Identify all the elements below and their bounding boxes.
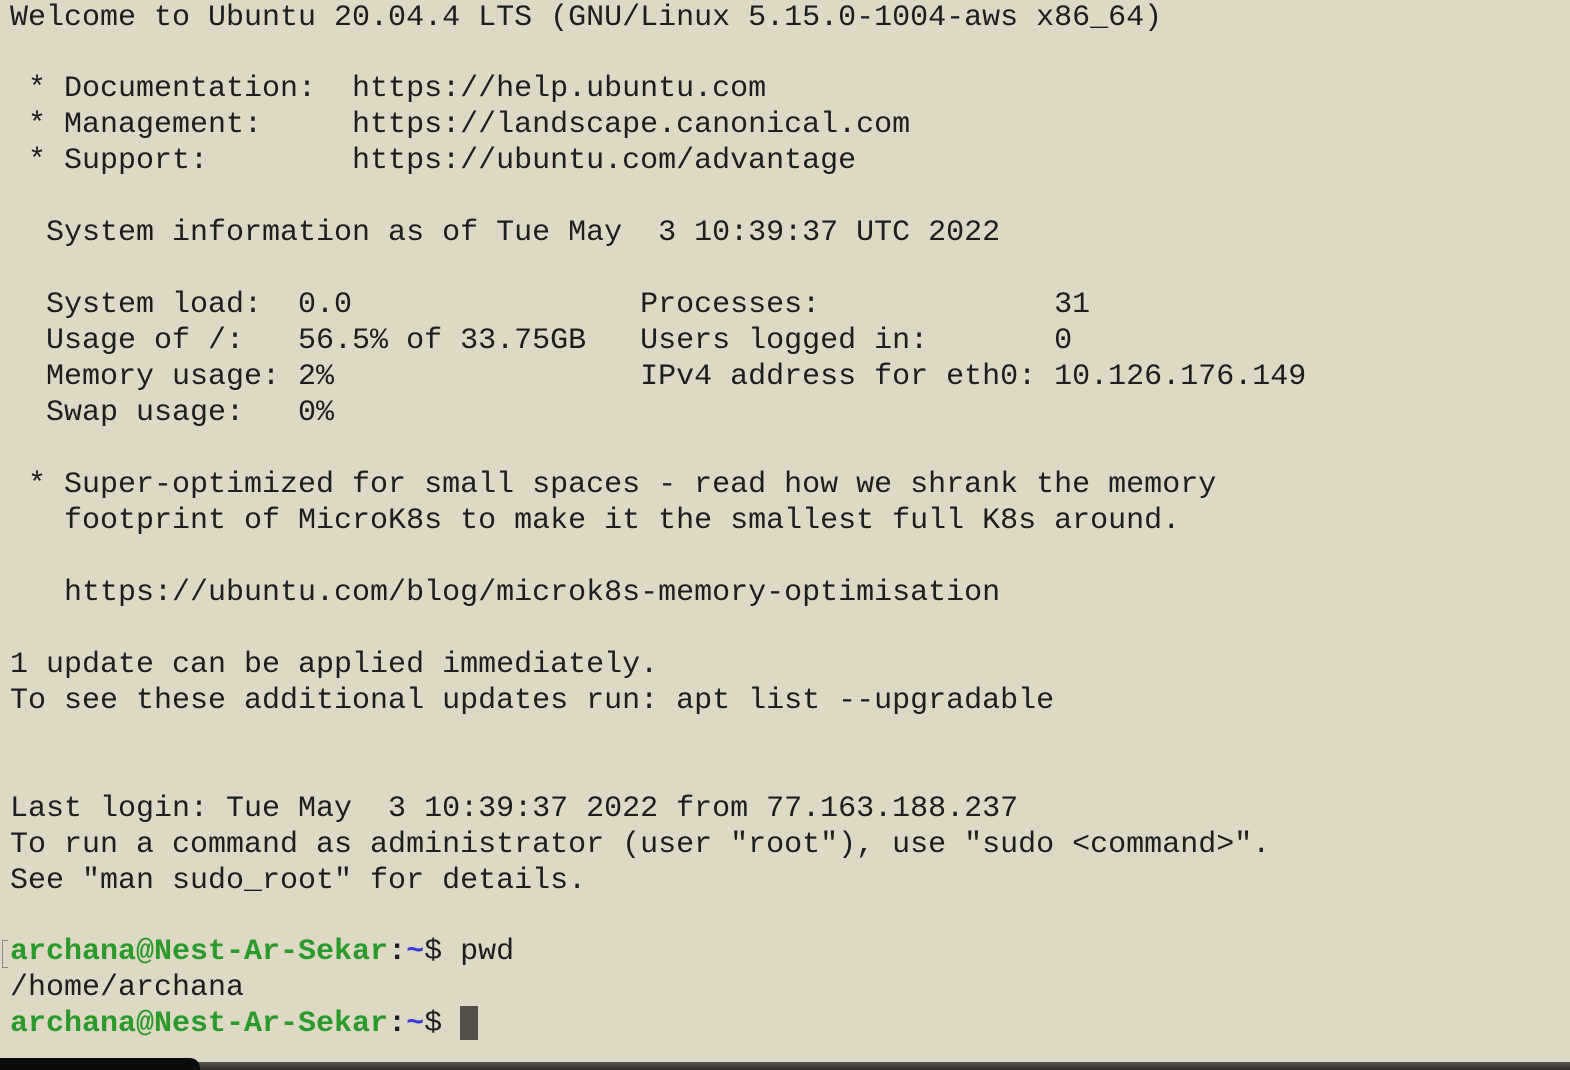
prompt-path: ~ xyxy=(406,935,425,969)
sudo-notice-line-2: See "man sudo_root" for details. xyxy=(10,864,587,898)
prompt-line-2[interactable]: archana@Nest-Ar-Sekar:~$ xyxy=(10,1006,479,1042)
command-text: pwd xyxy=(460,935,515,969)
prompt-symbol: $ xyxy=(424,935,461,969)
prompt-user-host: archana@Nest-Ar-Sekar xyxy=(10,935,389,969)
documentation-link-line: * Documentation: https://help.ubuntu.com xyxy=(10,72,767,106)
support-link-line: * Support: https://ubuntu.com/advantage xyxy=(10,144,857,178)
prompt-symbol: $ xyxy=(424,1007,461,1041)
line-marker xyxy=(2,940,8,968)
prompt-path: ~ xyxy=(406,1007,425,1041)
sysinfo-row-load: System load: 0.0 Processes: 31 xyxy=(10,288,1091,322)
sudo-notice-line-1: To run a command as administrator (user … xyxy=(10,828,1271,862)
last-login-line: Last login: Tue May 3 10:39:37 2022 from… xyxy=(10,792,1019,826)
window-corner-shadow xyxy=(0,1058,200,1070)
management-link-line: * Management: https://landscape.canonica… xyxy=(10,108,911,142)
command-output-line: /home/archana xyxy=(10,971,245,1005)
promo-link-line: https://ubuntu.com/blog/microk8s-memory-… xyxy=(10,576,1001,610)
welcome-line: Welcome to Ubuntu 20.04.4 LTS (GNU/Linux… xyxy=(10,1,1163,35)
sysinfo-row-memory: Memory usage: 2% IPv4 address for eth0: … xyxy=(10,360,1307,394)
updates-line-1: 1 update can be applied immediately. xyxy=(10,648,659,682)
promo-line-2: footprint of MicroK8s to make it the sma… xyxy=(10,504,1181,538)
updates-line-2: To see these additional updates run: apt… xyxy=(10,684,1055,718)
sysinfo-header: System information as of Tue May 3 10:39… xyxy=(10,216,1001,250)
prompt-line-1: archana@Nest-Ar-Sekar:~$ pwd xyxy=(10,934,514,970)
terminal-window[interactable]: Welcome to Ubuntu 20.04.4 LTS (GNU/Linux… xyxy=(0,0,1570,1062)
sysinfo-row-swap: Swap usage: 0% xyxy=(10,396,335,430)
promo-line-1: * Super-optimized for small spaces - rea… xyxy=(10,468,1217,502)
prompt-colon: : xyxy=(388,935,407,969)
prompt-user-host: archana@Nest-Ar-Sekar xyxy=(10,1007,389,1041)
prompt-colon: : xyxy=(388,1007,407,1041)
sysinfo-row-usage: Usage of /: 56.5% of 33.75GB Users logge… xyxy=(10,324,1073,358)
window-bottom-edge xyxy=(0,1062,1570,1070)
text-cursor[interactable] xyxy=(460,1006,479,1041)
